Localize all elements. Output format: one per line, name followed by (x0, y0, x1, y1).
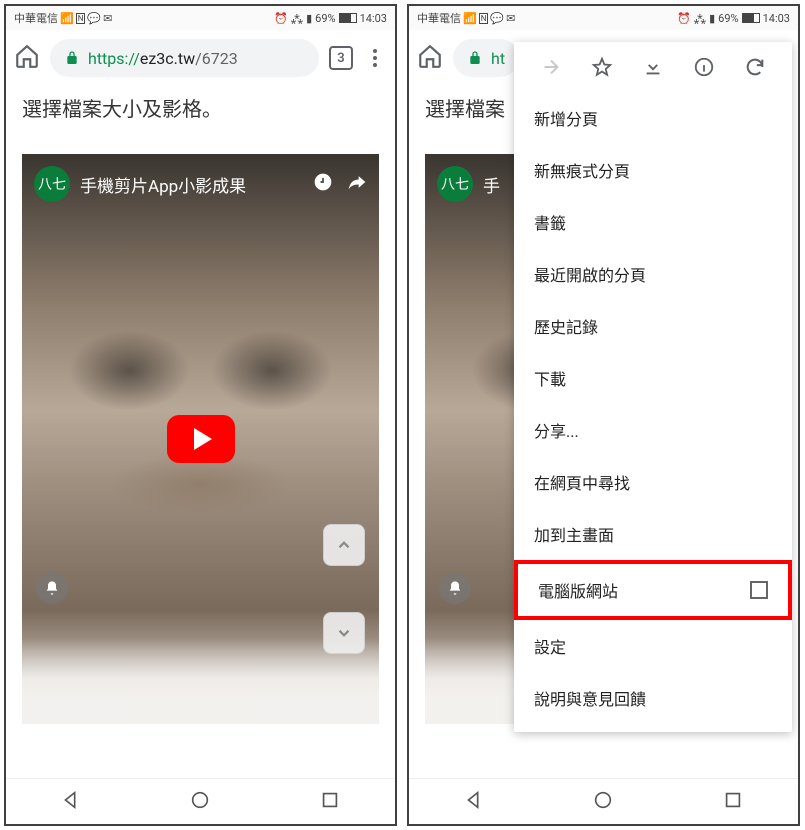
android-nav-bar (409, 778, 798, 824)
bookmark-star-icon[interactable] (591, 56, 613, 82)
menu-item-label: 說明與意見回饋 (534, 686, 646, 710)
menu-item-6[interactable]: 分享... (514, 404, 792, 456)
signal-icon: 📶 (60, 12, 74, 25)
menu-item-5[interactable]: 下載 (514, 352, 792, 404)
info-icon[interactable] (693, 56, 715, 82)
page-text: 選擇檔案大小及影格。 (22, 94, 379, 124)
menu-button[interactable] (363, 49, 387, 67)
url-bar[interactable]: ht (453, 39, 519, 77)
battery-icon: ▮ (709, 12, 715, 25)
menu-item-9[interactable]: 電腦版網站 (514, 560, 792, 620)
menu-item-label: 電腦版網站 (538, 578, 618, 602)
menu-item-label: 分享... (534, 418, 579, 442)
share-icon[interactable] (347, 172, 367, 196)
home-icon[interactable] (417, 43, 443, 73)
menu-item-2[interactable]: 書籤 (514, 196, 792, 248)
notif-icon: 💬 (490, 12, 504, 25)
menu-item-11[interactable]: 說明與意見回饋 (514, 672, 792, 724)
tab-switcher[interactable]: 3 (329, 46, 353, 70)
menu-item-3[interactable]: 最近開啟的分頁 (514, 248, 792, 300)
channel-avatar[interactable]: 八七 (34, 166, 70, 202)
back-button[interactable] (463, 789, 485, 815)
signal-icon: 📶 (463, 12, 477, 25)
alarm-icon: ⏰ (274, 12, 288, 25)
status-bar: 中華電信 📶 N 💬 ✉ ⏰ ⁂ ▮ 69% 14:03 (6, 6, 395, 30)
scroll-up-button[interactable] (323, 524, 365, 566)
home-button[interactable] (189, 789, 211, 815)
notification-bell-icon[interactable] (439, 572, 471, 604)
menu-item-label: 新無痕式分頁 (534, 158, 630, 182)
recent-button[interactable] (722, 789, 744, 815)
mail-icon: ✉ (103, 12, 112, 25)
menu-item-1[interactable]: 新無痕式分頁 (514, 144, 792, 196)
scroll-down-button[interactable] (323, 612, 365, 654)
reload-icon[interactable] (744, 56, 766, 82)
menu-item-label: 加到主畫面 (534, 522, 614, 546)
menu-item-label: 歷史記錄 (534, 314, 598, 338)
android-nav-bar (6, 778, 395, 824)
browser-toolbar: https://ez3c.tw/6723 3 (6, 30, 395, 86)
forward-icon[interactable] (540, 56, 562, 82)
video-embed[interactable]: 八七 手機剪片App小影成果 (22, 154, 379, 724)
home-button[interactable] (592, 789, 614, 815)
menu-item-label: 下載 (534, 366, 566, 390)
channel-avatar[interactable]: 八七 (437, 166, 473, 202)
menu-item-0[interactable]: 新增分頁 (514, 92, 792, 144)
download-icon[interactable] (642, 56, 664, 82)
time-label: 14:03 (360, 12, 387, 25)
url-text: https://ez3c.tw/6723 (88, 49, 238, 68)
menu-item-10[interactable]: 設定 (514, 620, 792, 672)
mail-icon: ✉ (506, 12, 515, 25)
notif-icon: 💬 (87, 12, 101, 25)
menu-item-4[interactable]: 歷史記錄 (514, 300, 792, 352)
battery-bar-icon (742, 13, 760, 23)
home-icon[interactable] (14, 43, 40, 73)
page-content: 選擇檔案大小及影格。 八七 手機剪片App小影成果 (6, 86, 395, 732)
bluetooth-icon: ⁂ (291, 11, 303, 26)
nfc-icon: N (479, 13, 489, 24)
watch-later-icon[interactable] (313, 172, 333, 196)
battery-bar-icon (339, 13, 357, 23)
play-button[interactable] (167, 415, 235, 463)
chrome-menu: 新增分頁新無痕式分頁書籤最近開啟的分頁歷史記錄下載分享... 在網頁中尋找加到主畫… (514, 42, 792, 732)
carrier-label: 中華電信 (417, 10, 461, 26)
lock-icon (467, 50, 483, 66)
checkbox-icon[interactable] (750, 581, 768, 599)
battery-percent: 69% (315, 12, 335, 25)
url-bar[interactable]: https://ez3c.tw/6723 (50, 39, 319, 77)
menu-item-label: 新增分頁 (534, 106, 598, 130)
bluetooth-icon: ⁂ (694, 11, 706, 26)
phone-left: 中華電信 📶 N 💬 ✉ ⏰ ⁂ ▮ 69% 14:03 (4, 4, 397, 826)
menu-item-7[interactable]: 在網頁中尋找 (514, 456, 792, 508)
nfc-icon: N (76, 13, 86, 24)
video-title: 手機剪片App小影成果 (80, 172, 303, 197)
menu-item-label: 設定 (534, 634, 566, 658)
status-bar: 中華電信 📶 N 💬 ✉ ⏰ ⁂ ▮ 69% 14:03 (409, 6, 798, 30)
menu-item-label: 最近開啟的分頁 (534, 262, 646, 286)
lock-icon (64, 50, 80, 66)
phone-right: 中華電信 📶 N 💬 ✉ ⏰ ⁂ ▮ 69% 14:03 (407, 4, 800, 826)
battery-icon: ▮ (306, 12, 312, 25)
recent-button[interactable] (319, 789, 341, 815)
menu-items-list: 新增分頁新無痕式分頁書籤最近開啟的分頁歷史記錄下載分享... 在網頁中尋找加到主畫… (514, 92, 792, 724)
time-label: 14:03 (763, 12, 790, 25)
menu-item-label: 書籤 (534, 210, 566, 234)
menu-item-label: 在網頁中尋找 (534, 470, 630, 494)
battery-percent: 69% (718, 12, 738, 25)
carrier-label: 中華電信 (14, 10, 58, 26)
back-button[interactable] (60, 789, 82, 815)
url-text: ht (491, 49, 505, 68)
alarm-icon: ⏰ (677, 12, 691, 25)
notification-bell-icon[interactable] (36, 572, 68, 604)
menu-item-8[interactable]: 加到主畫面 (514, 508, 792, 560)
